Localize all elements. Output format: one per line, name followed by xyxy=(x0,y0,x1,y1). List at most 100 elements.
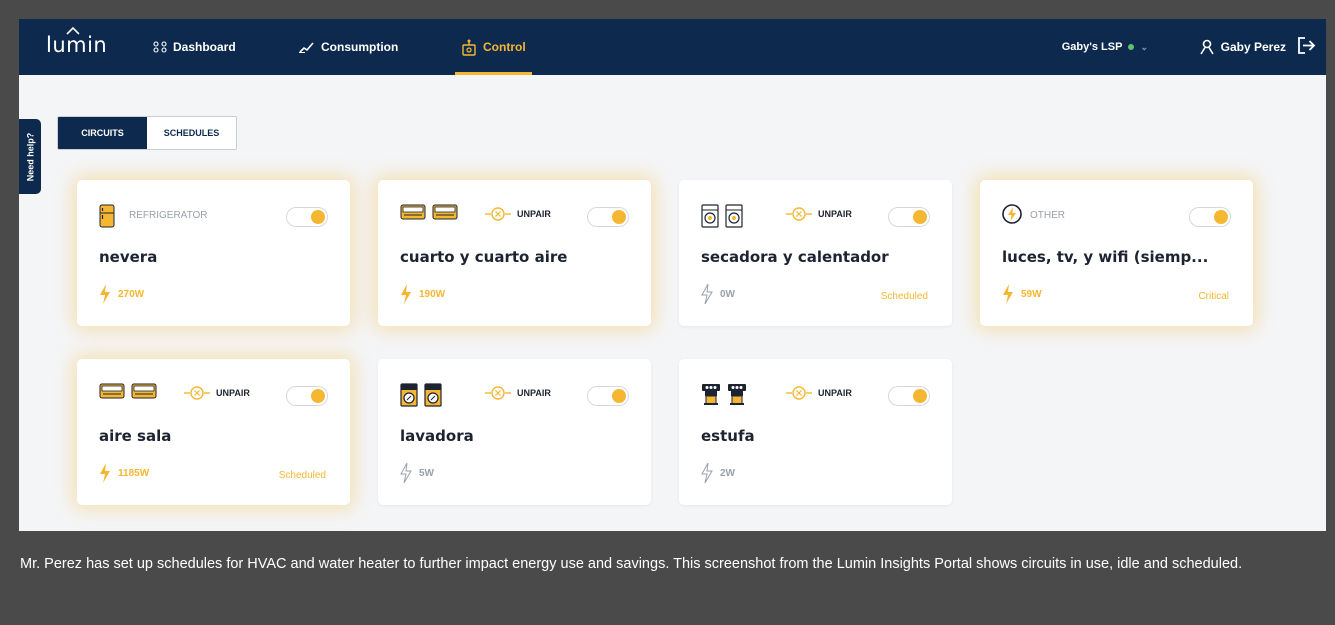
circuit-card[interactable]: UNPAIR cuarto y cuarto aire 190W xyxy=(378,180,651,326)
site-name: Gaby's LSP xyxy=(1061,41,1123,53)
circuit-name: aire sala xyxy=(99,427,172,445)
circuit-card[interactable]: UNPAIR estufa 2W xyxy=(679,359,952,505)
circuit-icons xyxy=(99,204,115,228)
circuit-toggle[interactable] xyxy=(888,386,930,406)
unpair-label: UNPAIR xyxy=(818,388,852,398)
circuit-card[interactable]: OTHER luces, tv, y wifi (siemp... 59W Cr… xyxy=(980,180,1253,326)
unpair-button[interactable]: UNPAIR xyxy=(786,207,852,221)
circuit-status: Critical xyxy=(1198,291,1229,302)
lightning-icon xyxy=(100,284,110,304)
circuit-status: Scheduled xyxy=(880,291,928,302)
nav-consumption-label: Consumption xyxy=(321,40,399,54)
washing-machine-icon xyxy=(424,383,442,407)
circuit-toggle[interactable] xyxy=(286,207,328,227)
circuit-power: 2W xyxy=(701,463,735,483)
unpair-label: UNPAIR xyxy=(818,209,852,219)
unpair-icon xyxy=(786,386,812,400)
air-conditioner-icon xyxy=(432,204,458,220)
unpair-label: UNPAIR xyxy=(517,388,551,398)
circuit-card[interactable]: UNPAIR lavadora 5W xyxy=(378,359,651,505)
washer-dryer-icon xyxy=(701,204,719,228)
dashboard-icon xyxy=(153,41,167,53)
circuit-power-value: 5W xyxy=(419,467,434,479)
lumin-logo[interactable]: lumin xyxy=(46,27,108,57)
circuit-icons xyxy=(701,204,743,228)
circuit-toggle[interactable] xyxy=(1189,207,1231,227)
circuit-card[interactable]: UNPAIR secadora y calentador 0W Schedule… xyxy=(679,180,952,326)
tab-schedules[interactable]: SCHEDULES xyxy=(147,117,236,149)
circuit-power-value: 270W xyxy=(118,288,145,300)
circuit-power-value: 59W xyxy=(1021,288,1042,300)
consumption-icon xyxy=(299,42,314,53)
circuit-toggle[interactable] xyxy=(888,207,930,227)
screenshot-caption: Mr. Perez has set up schedules for HVAC … xyxy=(20,556,1243,572)
nav-consumption[interactable]: Consumption xyxy=(299,19,398,75)
app-frame: lumin Dashboard Consumption Control Gaby… xyxy=(19,19,1326,531)
need-help-label: Need help? xyxy=(25,132,36,181)
tab-circuits[interactable]: CIRCUITS xyxy=(58,117,147,149)
circuit-card[interactable]: REFRIGERATOR nevera 270W xyxy=(77,180,350,326)
logo-roof-icon xyxy=(66,27,80,35)
washing-machine-icon xyxy=(400,383,418,407)
control-icon xyxy=(462,39,476,56)
circuit-power-value: 0W xyxy=(720,288,735,300)
circuit-toggle[interactable] xyxy=(286,386,328,406)
circuit-toggle[interactable] xyxy=(587,207,629,227)
circuit-name: secadora y calentador xyxy=(701,248,889,266)
refrigerator-icon xyxy=(99,204,115,228)
need-help-tab[interactable]: Need help? xyxy=(19,119,41,194)
lightning-icon xyxy=(1003,284,1013,304)
circuit-icons xyxy=(99,383,157,399)
circuit-power-value: 2W xyxy=(720,467,735,479)
lightning-icon xyxy=(1002,204,1022,224)
unpair-button[interactable]: UNPAIR xyxy=(184,386,250,400)
circuit-name: luces, tv, y wifi (siemp... xyxy=(1002,248,1209,266)
circuit-power: 1185W xyxy=(99,463,149,483)
nav-control[interactable]: Control xyxy=(455,19,532,75)
nav-dashboard[interactable]: Dashboard xyxy=(153,19,236,75)
unpair-button[interactable]: UNPAIR xyxy=(485,386,551,400)
tab-circuits-label: CIRCUITS xyxy=(81,128,124,138)
air-conditioner-icon xyxy=(400,204,426,220)
circuit-power: 0W xyxy=(701,284,735,304)
circuit-icons xyxy=(701,383,747,405)
nav-control-label: Control xyxy=(483,40,526,54)
top-nav-bar: lumin Dashboard Consumption Control Gaby… xyxy=(19,19,1326,75)
unpair-label: UNPAIR xyxy=(517,209,551,219)
unpair-icon xyxy=(485,386,511,400)
lightning-icon xyxy=(100,463,110,483)
logo-text: lumin xyxy=(46,33,108,57)
lightning-icon xyxy=(401,284,411,304)
circuit-card[interactable]: UNPAIR aire sala 1185W Scheduled xyxy=(77,359,350,505)
circuit-icons xyxy=(1002,204,1022,224)
lightning-icon xyxy=(701,463,713,483)
circuit-power: 270W xyxy=(99,284,144,304)
unpair-label: UNPAIR xyxy=(216,388,250,398)
unpair-icon xyxy=(786,207,812,221)
circuit-power: 5W xyxy=(400,463,434,483)
circuit-type: OTHER xyxy=(1030,210,1065,221)
user-name: Gaby Perez xyxy=(1220,40,1286,54)
circuit-name: nevera xyxy=(99,248,158,266)
user-menu[interactable]: Gaby Perez xyxy=(1199,19,1286,75)
logout-icon[interactable] xyxy=(1298,37,1316,54)
circuit-power: 59W xyxy=(1002,284,1042,304)
circuit-power: 190W xyxy=(400,284,445,304)
coffee-maker-icon xyxy=(728,384,746,405)
circuit-type: REFRIGERATOR xyxy=(129,210,208,221)
tab-schedules-label: SCHEDULES xyxy=(163,128,220,138)
washer-dryer-icon xyxy=(725,204,743,228)
unpair-icon xyxy=(485,207,511,221)
air-conditioner-icon xyxy=(99,383,125,399)
unpair-button[interactable]: UNPAIR xyxy=(786,386,852,400)
circuit-name: cuarto y cuarto aire xyxy=(400,248,568,266)
chevron-down-icon: ⌄ xyxy=(1140,41,1148,52)
site-selector[interactable]: Gaby's LSP ⌄ xyxy=(1062,19,1148,75)
circuit-toggle[interactable] xyxy=(587,386,629,406)
circuit-icons xyxy=(400,383,442,407)
circuit-status: Scheduled xyxy=(278,470,326,481)
unpair-button[interactable]: UNPAIR xyxy=(485,207,551,221)
lightning-icon xyxy=(400,463,412,483)
nav-dashboard-label: Dashboard xyxy=(173,40,236,54)
air-conditioner-icon xyxy=(131,383,157,399)
